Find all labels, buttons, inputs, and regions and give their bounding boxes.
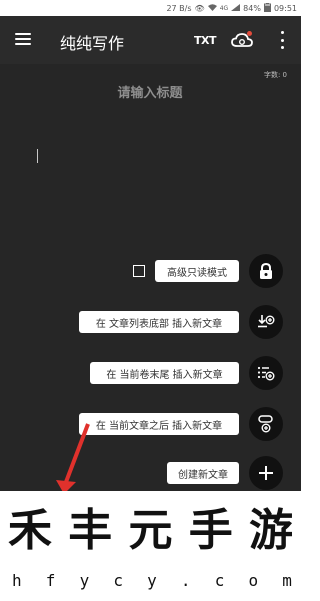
- word-count: 字数: 0: [263, 71, 287, 79]
- lock-button[interactable]: [249, 254, 283, 288]
- text-cursor: [37, 149, 38, 163]
- fab-row-readonly: 高级只读模式: [0, 254, 301, 288]
- readonly-checkbox[interactable]: [133, 265, 145, 277]
- insert-bottom-button[interactable]: [249, 305, 283, 339]
- menu-icon[interactable]: [15, 33, 31, 47]
- watermark-url-char: m: [282, 571, 292, 590]
- network-speed: 27 B/s: [166, 3, 192, 13]
- clock: 09:51: [273, 3, 297, 13]
- insert-bottom-label[interactable]: 在 文章列表底部 插入新文章: [79, 311, 239, 333]
- insert-after-label[interactable]: 在 当前文章之后 插入新文章: [79, 413, 239, 435]
- fab-row-insert-volume: 在 当前卷末尾 插入新文章: [0, 356, 301, 390]
- insert-volume-end-button[interactable]: [249, 356, 283, 390]
- wifi-icon: [207, 3, 217, 13]
- watermark-url: h f y c y . c o m: [12, 571, 292, 590]
- battery-icon: [263, 2, 271, 14]
- watermark-url-char: o: [248, 571, 259, 590]
- create-article-label[interactable]: 创建新文章: [167, 462, 239, 484]
- create-article-button[interactable]: [249, 456, 283, 490]
- eye-icon: 👁: [194, 3, 205, 13]
- app-title: 纯纯写作: [60, 34, 125, 53]
- cloud-sync-button[interactable]: [231, 30, 253, 50]
- watermark-url-char: y: [79, 571, 90, 590]
- watermark-url-char: f: [45, 571, 56, 590]
- insert-volume-end-icon: [257, 366, 275, 381]
- fab-row-create: 创建新文章: [0, 456, 301, 490]
- notification-dot: [247, 31, 252, 36]
- insert-bottom-icon: [258, 315, 275, 328]
- app-toolbar: 纯纯写作 TXT: [0, 16, 301, 64]
- watermark-char: 禾: [8, 505, 52, 556]
- txt-export-button[interactable]: TXT: [194, 34, 217, 47]
- watermark-char: 丰: [68, 505, 113, 556]
- title-input[interactable]: [40, 82, 260, 104]
- more-vert-icon[interactable]: [279, 31, 285, 49]
- battery-level: 84%: [243, 3, 261, 13]
- signal-icon: [231, 3, 241, 13]
- watermark-banner: 禾 丰 元 手 游 h f y c y . c o m: [0, 491, 301, 601]
- status-bar: 27 B/s 👁 4G 84% 09:51: [0, 0, 301, 16]
- red-arrow-annotation: [56, 423, 90, 494]
- fab-row-insert-bottom: 在 文章列表底部 插入新文章: [0, 305, 301, 339]
- insert-after-button[interactable]: [249, 407, 283, 441]
- watermark-url-char: c: [214, 571, 225, 590]
- plus-icon: [259, 466, 273, 480]
- insert-after-icon: [258, 415, 273, 433]
- watermark-text: 禾 丰 元 手 游: [8, 507, 293, 555]
- watermark-url-char: y: [147, 571, 157, 590]
- watermark-url-char: .: [180, 571, 191, 590]
- insert-volume-end-label[interactable]: 在 当前卷末尾 插入新文章: [90, 362, 239, 384]
- watermark-url-char: c: [113, 571, 123, 590]
- readonly-mode-label[interactable]: 高级只读模式: [155, 260, 239, 282]
- watermark-url-char: h: [12, 571, 22, 590]
- watermark-char: 游: [249, 505, 293, 556]
- fab-row-insert-after: 在 当前文章之后 插入新文章: [0, 407, 301, 441]
- lock-icon: [260, 262, 272, 279]
- network-type: 4G: [219, 4, 229, 12]
- watermark-char: 手: [188, 505, 233, 556]
- watermark-char: 元: [128, 505, 173, 556]
